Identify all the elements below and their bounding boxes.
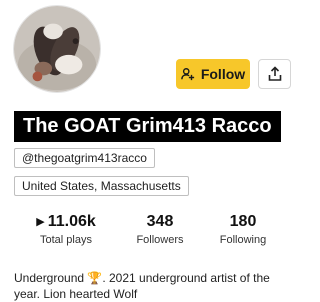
stat-total-plays: ▶ 11.06k Total plays (23, 212, 109, 247)
add-user-icon (181, 68, 194, 81)
profile-name: The GOAT Grim413 Racco (14, 111, 281, 142)
total-plays-value: 11.06k (47, 213, 96, 230)
total-plays-label: Total plays (40, 234, 92, 246)
bio-text-start: Underground (14, 271, 88, 285)
play-icon: ▶ (36, 216, 45, 228)
avatar-image (14, 6, 100, 92)
following-label: Following (219, 234, 267, 246)
trophy-icon: 🏆 (87, 271, 103, 285)
profile-bio: Underground 🏆. 2021 underground artist o… (14, 270, 290, 302)
follow-button[interactable]: Follow (176, 59, 250, 89)
followers-label: Followers (136, 234, 184, 246)
profile-location: United States, Massachusetts (14, 176, 189, 196)
share-icon (268, 66, 281, 81)
stat-followers[interactable]: 348 Followers (117, 212, 203, 247)
followers-value: 348 (146, 213, 174, 230)
following-value: 180 (229, 213, 257, 230)
follow-button-label: Follow (200, 66, 246, 82)
share-button[interactable] (258, 59, 291, 89)
stat-following[interactable]: 180 Following (200, 212, 286, 247)
profile-handle: @thegoatgrim413racco (14, 148, 155, 168)
avatar[interactable] (13, 5, 101, 93)
